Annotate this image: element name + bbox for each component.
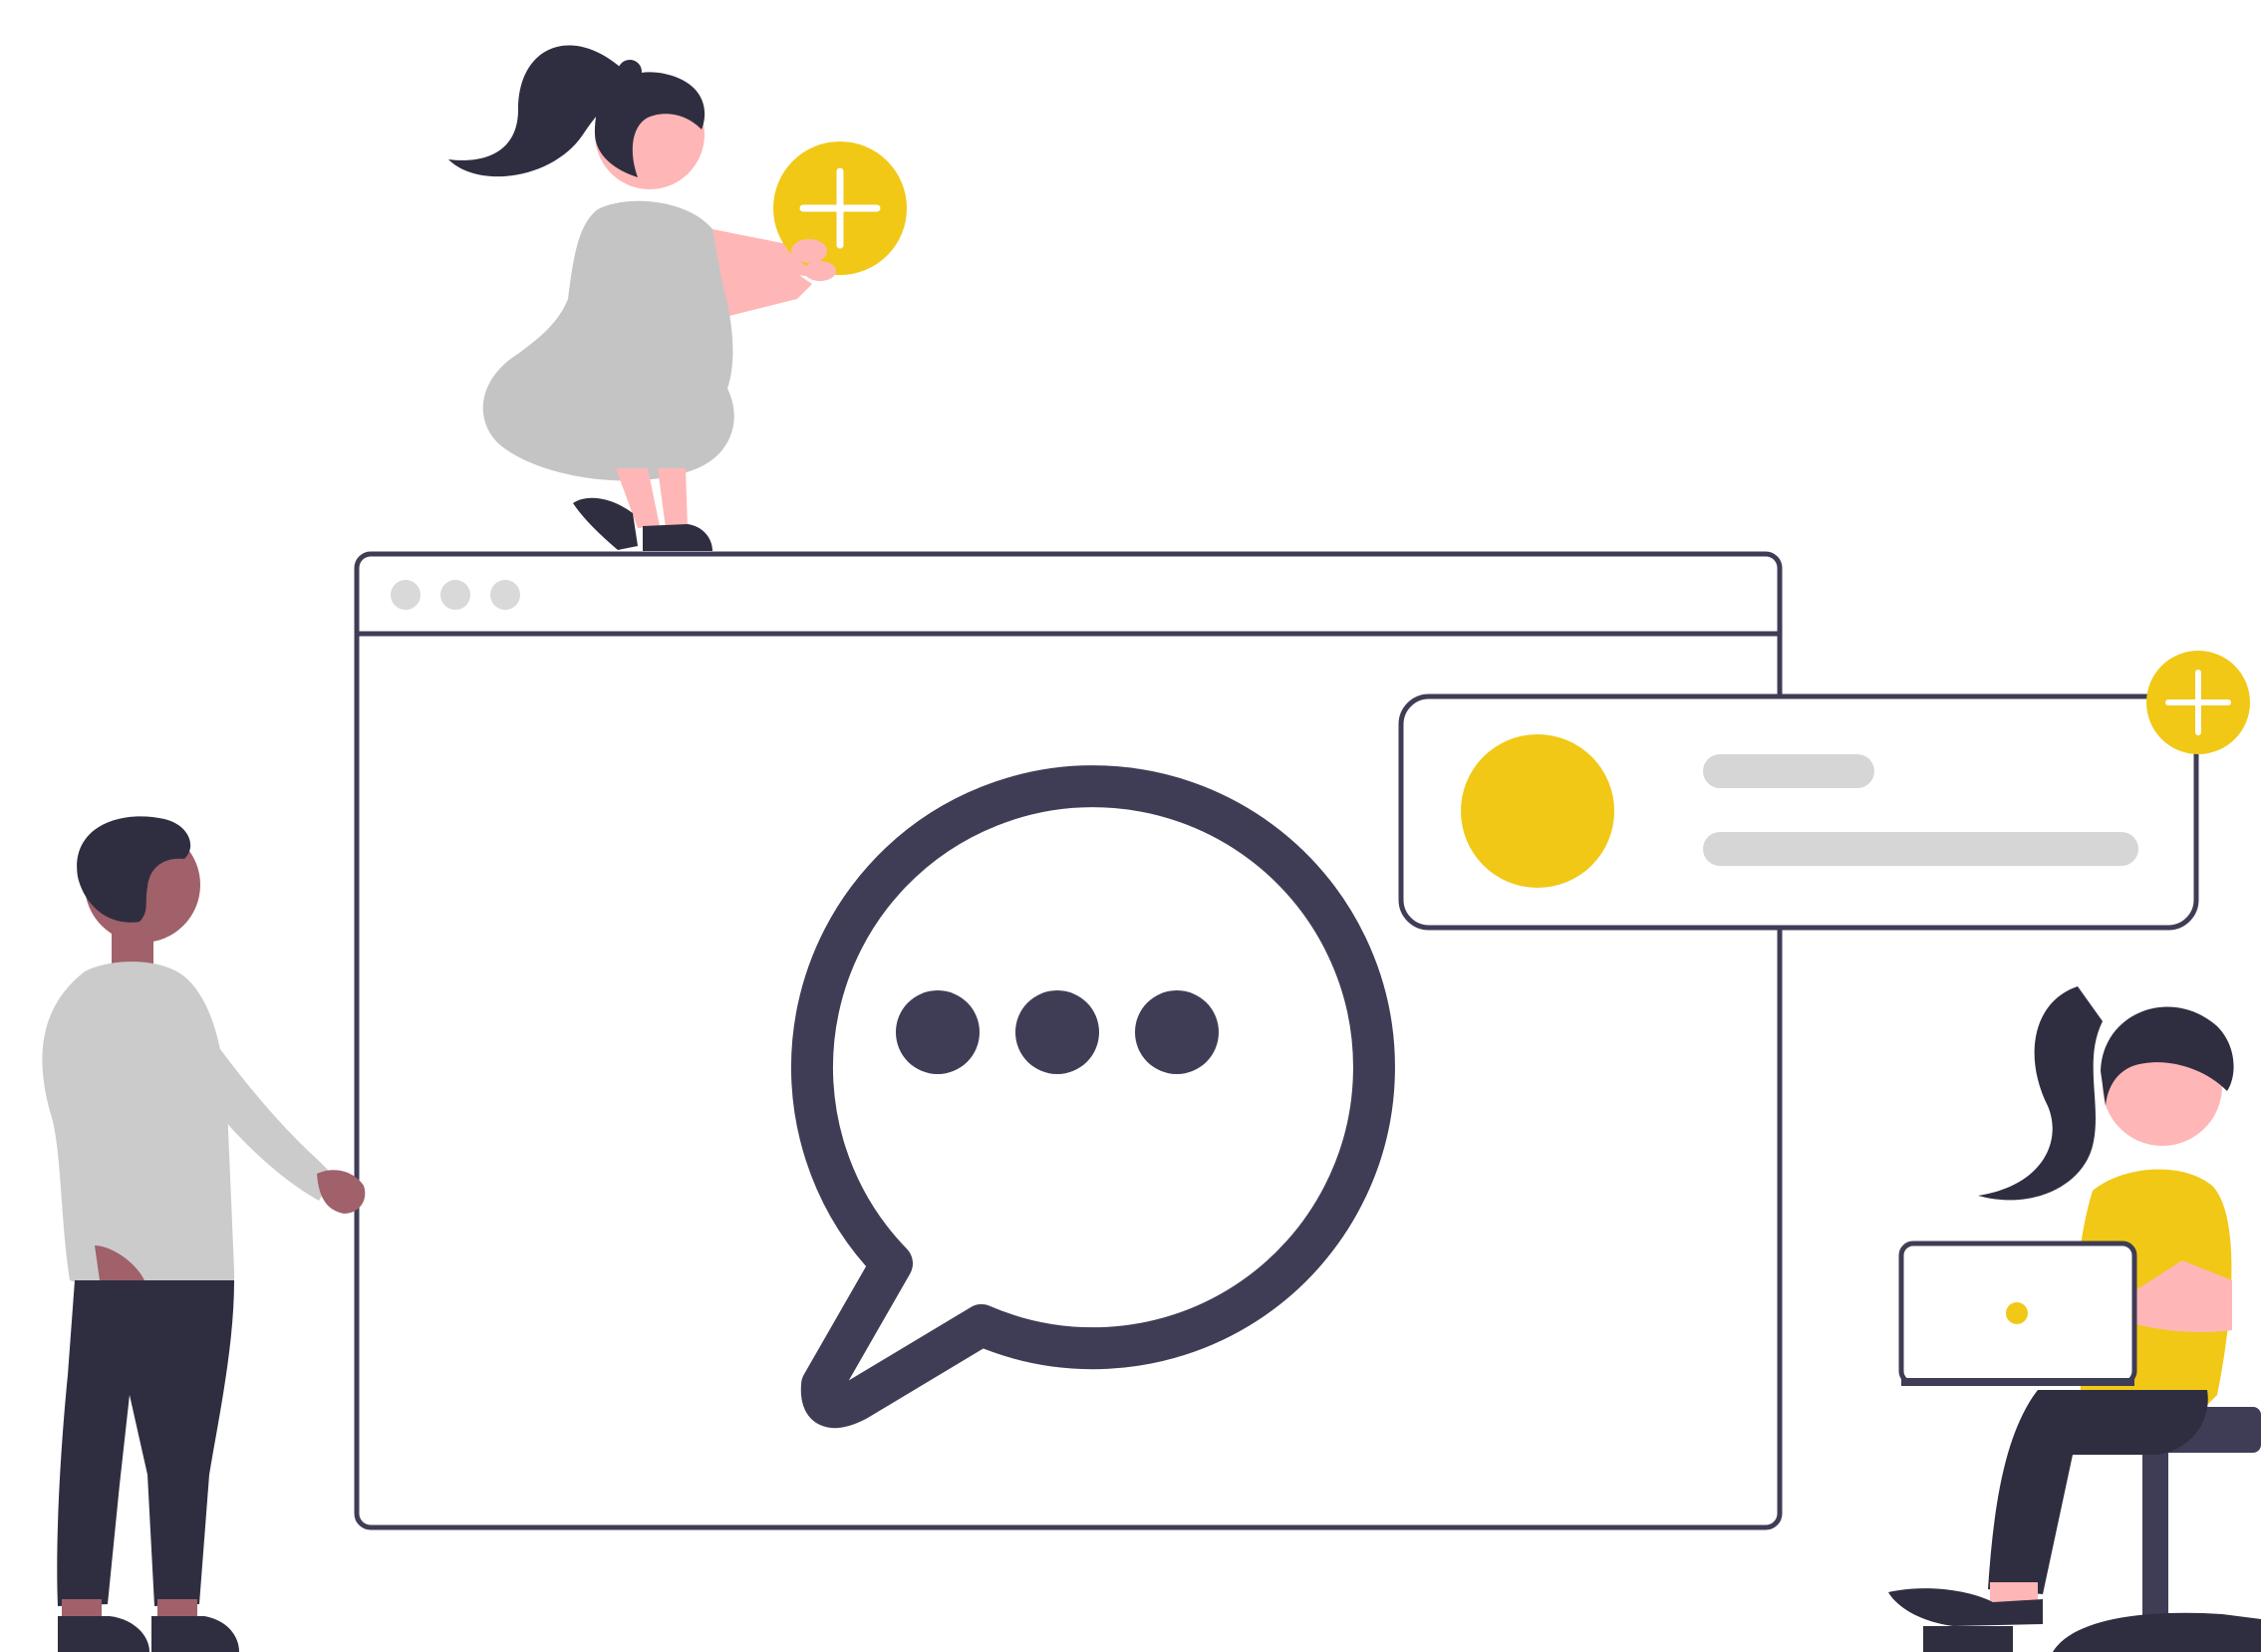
shoe xyxy=(58,1616,149,1652)
pants xyxy=(57,1280,235,1606)
window-dot-icon xyxy=(440,580,470,610)
laptop-base xyxy=(1901,1378,2134,1386)
placeholder-line-long xyxy=(1703,832,2138,866)
typing-dot-icon xyxy=(1135,990,1219,1074)
window-dot-icon xyxy=(490,580,520,610)
hand xyxy=(804,261,836,281)
man-standing-figure xyxy=(42,816,366,1652)
pants xyxy=(1988,1390,2208,1594)
placeholder-line-short xyxy=(1703,754,1874,788)
avatar-circle-icon xyxy=(1461,734,1614,888)
ankle xyxy=(62,1599,102,1617)
typing-dot-icon xyxy=(1015,990,1099,1074)
laptop-logo-icon xyxy=(2006,1302,2028,1324)
typing-dot-icon xyxy=(896,990,980,1074)
leg xyxy=(658,468,688,528)
shoe xyxy=(643,524,712,551)
ankle xyxy=(157,1599,197,1617)
chair-post xyxy=(2142,1450,2168,1624)
window-dot-icon xyxy=(391,580,421,610)
ponytail xyxy=(1978,986,2103,1201)
woman-crouching-figure xyxy=(448,45,907,551)
illustration-canvas xyxy=(42,45,2261,1652)
shoe xyxy=(1923,1626,2013,1652)
shirt xyxy=(42,962,234,1292)
hand xyxy=(791,239,827,263)
dress xyxy=(482,200,734,481)
chair-base xyxy=(2053,1612,2261,1652)
plus-badge xyxy=(2146,651,2250,754)
shoe xyxy=(151,1616,239,1652)
woman-sitting-figure xyxy=(1888,986,2261,1652)
shoe xyxy=(573,497,638,550)
